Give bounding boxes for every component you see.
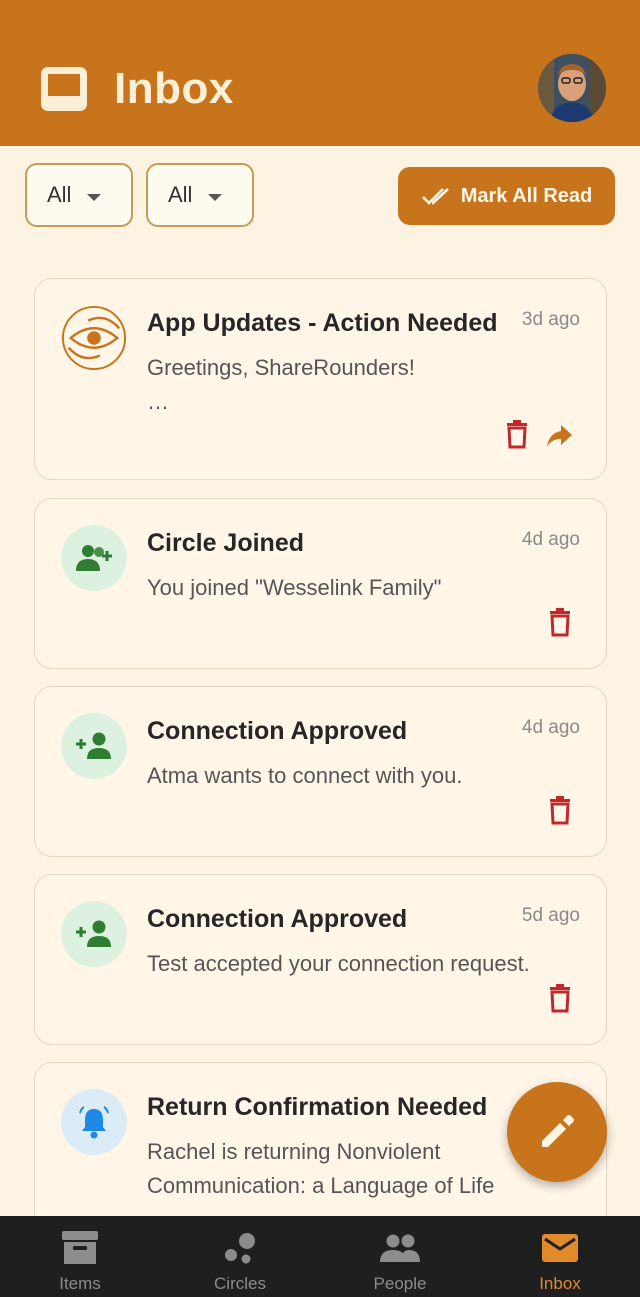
nav-items[interactable]: Items: [0, 1216, 160, 1297]
mark-all-read-label: Mark All Read: [460, 184, 593, 207]
delete-icon[interactable]: [546, 983, 574, 1013]
mark-all-read-button[interactable]: Mark All Read: [398, 167, 615, 225]
delete-icon[interactable]: [546, 795, 574, 825]
notification-body: Greetings, ShareRounders!: [147, 355, 415, 380]
notification-card[interactable]: Circle Joined 4d ago You joined "Wesseli…: [34, 498, 607, 669]
delete-icon[interactable]: [546, 607, 574, 637]
notification-title: Connection Approved: [147, 717, 408, 745]
notification-body: Atma wants to connect with you.: [147, 763, 463, 788]
mail-icon: [542, 1234, 578, 1262]
notification-card[interactable]: Connection Approved 5d ago Test accepted…: [34, 874, 607, 1045]
circles-icon: [225, 1233, 255, 1264]
sharerounders-logo-icon: [61, 305, 127, 371]
compose-button[interactable]: [507, 1082, 607, 1182]
notification-title: App Updates - Action Needed: [147, 309, 498, 337]
page-title: Inbox: [114, 64, 234, 113]
user-avatar: [538, 54, 606, 122]
inbox-tray-icon: [41, 67, 87, 111]
notification-time: 4d ago: [521, 717, 580, 738]
nav-label: People: [373, 1274, 427, 1293]
people-icon: [380, 1234, 420, 1262]
filter-value: All: [168, 182, 193, 207]
notification-time: 5d ago: [521, 905, 580, 926]
nav-circles[interactable]: Circles: [160, 1216, 320, 1297]
notification-title: Circle Joined: [147, 529, 304, 557]
chevron-down-icon: [87, 194, 101, 201]
chevron-down-icon: [208, 194, 222, 201]
notification-time: 4d ago: [521, 529, 580, 550]
notification-body: Test accepted your connection request.: [147, 951, 530, 976]
nav-label: Inbox: [539, 1274, 581, 1293]
avatar[interactable]: [538, 54, 606, 122]
double-check-icon: [421, 188, 449, 205]
group-add-icon: [61, 525, 127, 591]
notification-body: Rachel is returning Nonviolent: [147, 1139, 441, 1164]
notification-time: 3d ago: [521, 309, 580, 330]
person-add-icon: [61, 901, 127, 967]
delete-icon[interactable]: [503, 419, 531, 449]
person-add-icon: [61, 713, 127, 779]
notification-body-more: …: [147, 389, 169, 414]
archive-box-icon: [62, 1231, 98, 1264]
notification-title: Return Confirmation Needed: [147, 1093, 488, 1121]
nav-label: Items: [59, 1274, 101, 1293]
nav-label: Circles: [214, 1274, 266, 1293]
filter-dropdown-type[interactable]: All: [25, 163, 133, 227]
pencil-icon: [542, 1115, 574, 1147]
bell-icon: [61, 1089, 127, 1155]
notification-body-more: Communication: a Language of Life: [147, 1173, 495, 1198]
notification-title: Connection Approved: [147, 905, 408, 933]
notification-card[interactable]: App Updates - Action Needed 3d ago Greet…: [34, 278, 607, 480]
filter-dropdown-status[interactable]: All: [146, 163, 254, 227]
filter-value: All: [47, 182, 72, 207]
bottom-navigation: Items Circles People Inbox: [0, 1216, 640, 1297]
nav-people[interactable]: People: [320, 1216, 480, 1297]
notification-body: You joined "Wesselink Family": [147, 575, 442, 600]
forward-icon[interactable]: [545, 421, 573, 451]
nav-inbox[interactable]: Inbox: [480, 1216, 640, 1297]
notification-card[interactable]: Connection Approved 4d ago Atma wants to…: [34, 686, 607, 857]
app-header: Inbox: [0, 0, 640, 146]
